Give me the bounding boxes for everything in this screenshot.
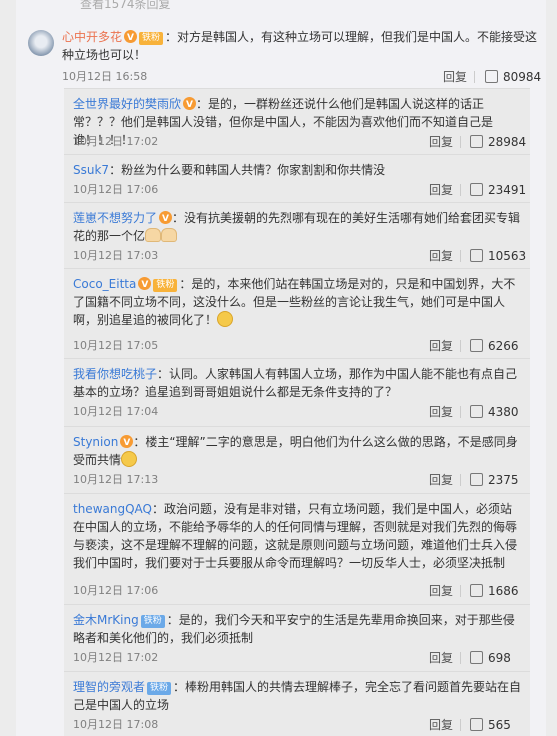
reply-time: 10月12日 17:03	[73, 249, 159, 262]
reply-username[interactable]: 莲崽不想努力了	[73, 211, 157, 225]
vip-icon	[138, 276, 152, 294]
reply-username[interactable]: 我看你想吃桃子	[73, 367, 157, 381]
like-count[interactable]: 4380	[488, 403, 519, 421]
reply-list: 全世界最好的樊雨欣：是的，一群粉丝还说什么他们是韩国人说这样的话正常？？？他们是…	[64, 88, 530, 736]
like-count[interactable]: 23491	[488, 181, 526, 199]
divider	[474, 71, 475, 83]
reply-time: 10月12日 17:05	[73, 339, 159, 352]
reply-username[interactable]: 金木MrKing	[73, 613, 139, 627]
reply-item: 理智的旁观者 铁粉 ：棒粉用韩国人的共情去理解棒子，完全忘了看问题首先要站在自己是中…	[64, 671, 530, 736]
thumb-up-icon[interactable]	[470, 584, 483, 597]
thumb-up-icon[interactable]	[470, 135, 483, 148]
reply-time: 10月12日 17:08	[73, 718, 159, 731]
thumb-up-icon[interactable]	[470, 249, 483, 262]
reply-button[interactable]: 回复	[443, 68, 467, 86]
reply-username[interactable]: thewangQAQ	[73, 502, 152, 516]
like-count[interactable]: 6266	[488, 337, 519, 355]
fan-badge: 铁粉	[139, 32, 164, 45]
divider	[460, 250, 461, 262]
reply-button[interactable]: 回复	[429, 582, 453, 600]
reply-username[interactable]: Ssuk7	[73, 163, 109, 177]
reply-item: 莲崽不想努力了：没有抗美援朝的先烈哪有现在的美好生活哪有她们给套团买专辑花的那一…	[64, 202, 530, 268]
like-count[interactable]: 28984	[488, 133, 526, 151]
praying-hands-icon	[145, 228, 162, 242]
thumb-up-icon[interactable]	[470, 405, 483, 418]
divider	[460, 340, 461, 352]
reply-time: 10月12日 17:06	[73, 584, 159, 597]
view-replies-link[interactable]: 查看1574条回复	[80, 0, 171, 12]
reply-button[interactable]: 回复	[429, 471, 453, 489]
reply-username[interactable]: 理智的旁观者	[73, 680, 145, 694]
reply-time: 10月12日 17:02	[73, 651, 159, 664]
reply-button[interactable]: 回复	[429, 133, 453, 151]
thumb-up-icon[interactable]	[470, 718, 483, 731]
fan-badge: 铁粉	[153, 279, 178, 292]
reply-time: 10月12日 17:02	[73, 135, 159, 148]
divider	[460, 719, 461, 731]
divider	[460, 652, 461, 664]
reply-body: ：是的，我们今天和平安宁的生活是先辈用命换回来，对于那些侵略者和美化他们的，我们…	[73, 613, 515, 645]
thinking-emoji-icon	[121, 451, 138, 467]
main-comment-username[interactable]: 心中开多花	[62, 30, 122, 44]
thumb-up-icon[interactable]	[470, 651, 483, 664]
reply-item: Coco_Eitta铁粉：是的，本来他们站在韩国立场是对的，只是和中国划界，大不…	[64, 268, 530, 358]
main-comment-text: 心中开多花铁粉：对方是韩国人，有这种立场可以理解，但我们是中国人。不能接受这种立…	[62, 28, 542, 64]
comment-time: 10月12日 16:58	[62, 70, 148, 83]
reply-item: 我看你想吃桃子：认同。人家韩国人有韩国人立场，那作为中国人能不能也有点自己基本的…	[64, 358, 530, 426]
thumb-up-icon[interactable]	[470, 339, 483, 352]
reply-button[interactable]: 回复	[429, 403, 453, 421]
like-count[interactable]: 2375	[488, 471, 519, 489]
like-count[interactable]: 1686	[488, 582, 519, 600]
reply-item: Stynion：楼主“理解”二字的意思是，明白他们为什么这么做的思路，不是感同身…	[64, 426, 530, 493]
divider	[460, 184, 461, 196]
grin-emoji-icon	[217, 311, 234, 327]
main-comment: 心中开多花铁粉：对方是韩国人，有这种立场可以理解，但我们是中国人。不能接受这种立…	[16, 22, 546, 88]
divider	[460, 136, 461, 148]
thumb-up-icon[interactable]	[470, 183, 483, 196]
vip-icon	[120, 434, 134, 452]
like-count[interactable]: 10563	[488, 247, 526, 265]
like-count[interactable]: 698	[488, 649, 511, 667]
reply-item: 金木MrKing 铁粉 ：是的，我们今天和平安宁的生活是先辈用命换回来，对于那些侵略…	[64, 604, 530, 671]
reply-item: thewangQAQ：政治问题，没有是非对错，只有立场问题，我们是中国人，必须站…	[64, 493, 530, 604]
reply-button[interactable]: 回复	[429, 649, 453, 667]
fan-badge: 铁粉	[140, 615, 165, 628]
reply-button[interactable]: 回复	[429, 716, 453, 734]
fan-badge: 铁粉	[147, 682, 172, 695]
like-count[interactable]: 80984	[503, 68, 541, 86]
reply-item: Ssuk7：粉丝为什么要和韩国人共情？你家割割和你共情没 10月12日 17:0…	[64, 154, 530, 202]
reply-button[interactable]: 回复	[429, 337, 453, 355]
main-comment-meta: 10月12日 16:58 回复 80984	[62, 68, 541, 86]
reply-body: ：粉丝为什么要和韩国人共情？你家割割和你共情没	[109, 163, 386, 177]
thumb-up-icon[interactable]	[470, 473, 483, 486]
reply-username[interactable]: 全世界最好的樊雨欣	[73, 97, 181, 111]
avatar[interactable]	[28, 30, 54, 56]
reply-body: ：楼主“理解”二字的意思是，明白他们为什么这么做的思路，不是感同身受而共情	[73, 435, 518, 467]
vip-icon	[159, 210, 173, 228]
reply-button[interactable]: 回复	[429, 181, 453, 199]
reply-time: 10月12日 17:04	[73, 405, 159, 418]
reply-time: 10月12日 17:06	[73, 183, 159, 196]
thumb-up-icon[interactable]	[485, 70, 498, 83]
vip-icon	[183, 96, 197, 114]
divider	[460, 474, 461, 486]
vip-icon	[124, 29, 138, 47]
reply-username[interactable]: Stynion	[73, 435, 118, 449]
divider	[460, 406, 461, 418]
reply-button[interactable]: 回复	[429, 247, 453, 265]
like-count[interactable]: 565	[488, 716, 511, 734]
reply-time: 10月12日 17:13	[73, 473, 159, 486]
divider	[460, 585, 461, 597]
reply-username[interactable]: Coco_Eitta	[73, 277, 136, 291]
reply-item: 全世界最好的樊雨欣：是的，一群粉丝还说什么他们是韩国人说这样的话正常？？？他们是…	[64, 88, 530, 154]
praying-hands-icon	[161, 228, 178, 242]
